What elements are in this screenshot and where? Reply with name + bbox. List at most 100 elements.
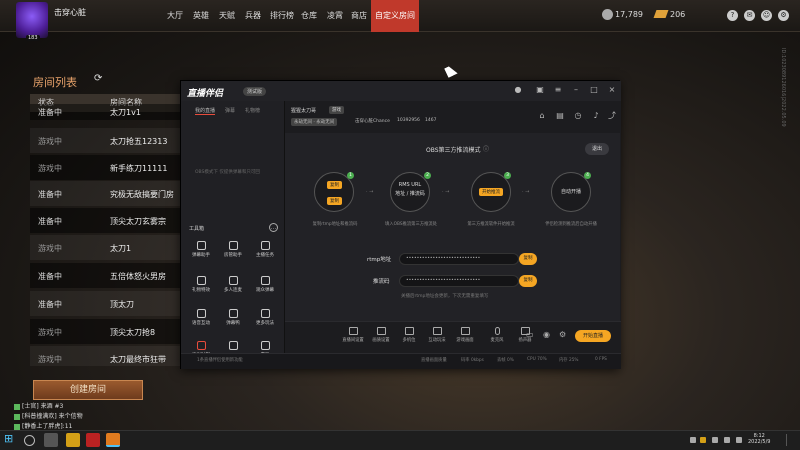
beta-badge: 测试版: [243, 87, 267, 96]
record-icon[interactable]: ▭: [526, 330, 534, 339]
stream-title[interactable]: 猩猩太刀哥: [291, 107, 316, 114]
tool-empty[interactable]: [219, 341, 247, 352]
room-name: 太刀1: [110, 244, 132, 253]
minimize-icon[interactable]: –: [571, 85, 581, 95]
copy-key-button[interactable]: 复制: [519, 275, 537, 287]
tool-viewer-danmaku[interactable]: 观众弹幕: [251, 276, 279, 293]
room-name: 顶尖太刀玄雾宗: [110, 217, 166, 226]
nav-weapons[interactable]: 兵器: [242, 0, 264, 32]
skin-icon[interactable]: ▣: [535, 85, 545, 95]
table-row[interactable]: 游戏中 新手练刀11111: [30, 155, 190, 180]
refresh-icon[interactable]: ⟳: [94, 73, 102, 84]
room-status: 准备中: [38, 190, 62, 199]
explorer-icon[interactable]: [66, 433, 80, 447]
bag-icon[interactable]: ▤: [555, 111, 565, 121]
nav-custom-room[interactable]: 自定义房间: [371, 0, 419, 32]
table-row[interactable]: 游戏中 太刀最终市狂带: [30, 346, 190, 366]
nav-shop[interactable]: 商店: [348, 0, 370, 32]
room-list-title: 房间列表: [33, 76, 77, 89]
tab-danmaku[interactable]: 弹幕: [225, 107, 235, 114]
game-app-icon[interactable]: [86, 433, 100, 447]
show-desktop-button[interactable]: [786, 434, 794, 446]
nav-hall[interactable]: 大厅: [164, 0, 186, 32]
mail-icon[interactable]: ✉: [744, 10, 755, 21]
step-desc: 填入OBS推流第三方推流处: [385, 222, 437, 227]
table-row[interactable]: 准备中 顶太刀: [30, 291, 190, 316]
tool-danmaku-duck[interactable]: 弹幕鸭: [219, 309, 247, 326]
system-clock[interactable]: 8:12 2022/5/9: [748, 433, 770, 445]
update-banner[interactable]: 1条直播伴侣使用新功能: [197, 357, 243, 363]
help-icon[interactable]: ?: [727, 10, 738, 21]
search-icon[interactable]: [24, 435, 35, 446]
room-name: 究极无敌搞要门房: [110, 190, 174, 199]
nav-warehouse[interactable]: 仓库: [298, 0, 320, 32]
maximize-icon[interactable]: □: [589, 85, 599, 95]
menu-icon[interactable]: ≡: [553, 85, 563, 95]
tool-streamer-tasks[interactable]: 主播任务: [251, 241, 279, 258]
nav-talents[interactable]: 天赋: [216, 0, 238, 32]
bell-icon[interactable]: ♪: [591, 111, 601, 121]
copy-rtmp-button[interactable]: 复制: [519, 253, 537, 265]
table-row[interactable]: 游戏中 太刀抢五12313: [30, 128, 190, 153]
arrow-icon: · →: [366, 189, 374, 195]
tool-room-admin[interactable]: 房管助手: [219, 241, 247, 258]
friends-icon[interactable]: ☺: [761, 10, 772, 21]
nav-lingxiao[interactable]: 凌霄: [324, 0, 346, 32]
room-settings-button[interactable]: 直播间设置: [341, 327, 365, 343]
room-name: 顶尖太刀抢8: [110, 328, 156, 337]
table-row[interactable]: 准备中 太刀1v1: [30, 104, 190, 120]
eye-icon[interactable]: ◉: [543, 330, 550, 339]
stream-category[interactable]: 永劫无间 · 永劫无间: [291, 118, 338, 126]
quality-settings-button[interactable]: 画质设置: [369, 327, 393, 343]
tab-my-live[interactable]: 我的直播: [195, 107, 216, 115]
tool-gift-effects[interactable]: 礼物特效: [187, 276, 215, 293]
hint-text: 关播后rtmp地址会更新，下次无需重复填写: [401, 294, 489, 299]
stream-key-label: 推流码: [373, 279, 390, 285]
status-drop: 丢帧 0%: [497, 358, 514, 363]
avatar-small-icon[interactable]: ●: [513, 85, 523, 95]
tray-icon[interactable]: [690, 437, 696, 443]
close-icon[interactable]: ×: [607, 85, 617, 95]
settings-gear-icon[interactable]: ⚙: [778, 10, 789, 21]
tool-more-play[interactable]: 更多玩法: [251, 309, 279, 326]
room-status: 准备中: [38, 217, 62, 226]
table-row[interactable]: 准备中 究极无敌搞要门房: [30, 181, 190, 206]
exit-button[interactable]: 退出: [585, 143, 609, 155]
table-row[interactable]: 准备中 顶尖太刀玄雾宗: [30, 208, 190, 233]
volume-icon[interactable]: [724, 437, 730, 443]
microphone-button[interactable]: 麦克风: [485, 327, 509, 343]
table-row[interactable]: 游戏中 太刀1: [30, 235, 190, 260]
network-icon[interactable]: [712, 437, 718, 443]
multi-camera-button[interactable]: 多机位: [397, 327, 421, 343]
live-companion-taskbar-icon[interactable]: [106, 433, 120, 447]
stream-key-field[interactable]: ••••••••••••••••••••••••••••: [399, 275, 519, 287]
info-icon[interactable]: ⓘ: [483, 144, 489, 153]
tool-danmaku-helper[interactable]: 弹幕助手: [187, 241, 215, 258]
create-room-button[interactable]: 创建房间: [33, 380, 143, 400]
windows-start-icon[interactable]: ⊞: [4, 433, 16, 445]
ime-icon[interactable]: [736, 437, 742, 443]
task-view-icon[interactable]: [44, 433, 58, 447]
tray-icon[interactable]: [700, 437, 706, 443]
tool-multi-mic[interactable]: 多人连麦: [219, 276, 247, 293]
share-icon[interactable]: ⤴: [607, 111, 617, 121]
gear-icon[interactable]: ⚙: [559, 330, 566, 339]
player-avatar[interactable]: [16, 2, 48, 38]
history-icon[interactable]: ◷: [573, 111, 583, 121]
tab-gift-rank[interactable]: 礼物榜: [245, 107, 260, 114]
nav-leaderboard[interactable]: 排行榜: [268, 0, 296, 32]
nav-heroes[interactable]: 英雄: [190, 0, 212, 32]
room-id: 10392956: [397, 118, 420, 123]
tool-voice-interaction[interactable]: 语音互动: [187, 309, 215, 326]
table-row[interactable]: 准备中 五倍体怒火男房: [30, 263, 190, 288]
toolbox-more-icon[interactable]: …: [269, 223, 278, 232]
home-icon[interactable]: ⌂: [537, 111, 547, 121]
start-live-button[interactable]: 开始直播: [575, 330, 611, 342]
step-desc: 伴侣检测到推流后自动开播: [545, 222, 597, 227]
interaction-button[interactable]: 互动玩法: [425, 327, 449, 343]
game-screen-button[interactable]: 游戏画面: [453, 327, 477, 343]
rtmp-address-field[interactable]: ••••••••••••••••••••••••••••: [399, 253, 519, 265]
table-row[interactable]: 游戏中 顶尖太刀抢8: [30, 319, 190, 344]
app-logo: 直播伴侣: [187, 89, 224, 99]
room-name: 新手练刀11111: [110, 164, 168, 173]
